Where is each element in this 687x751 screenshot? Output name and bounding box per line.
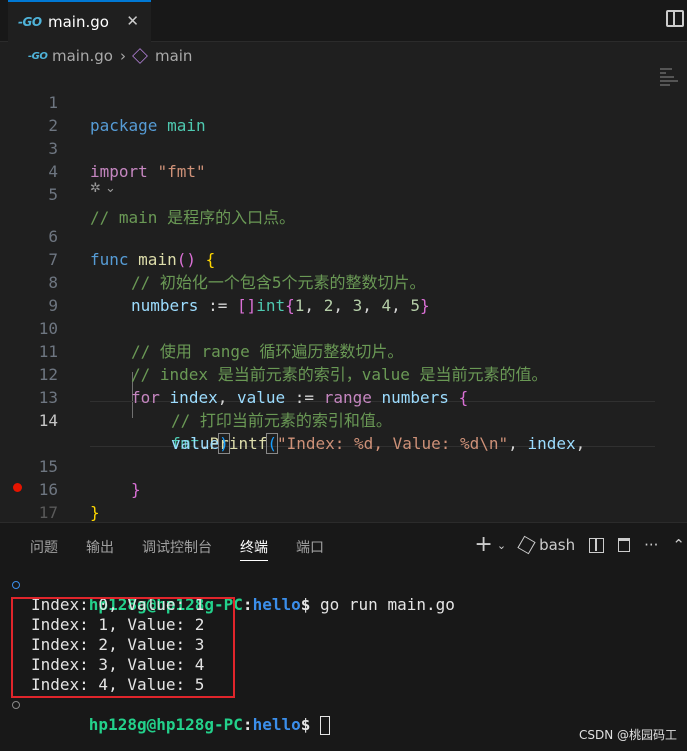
chevron-right-icon: › xyxy=(119,47,126,65)
code-line: 6 func main() { xyxy=(0,202,687,269)
panel-actions: + ⌄ bash ··· ⌃ xyxy=(474,533,687,557)
symbol-method-icon xyxy=(132,48,148,64)
copilot-codelens[interactable]: ✲ ⌄ xyxy=(90,181,116,196)
breakpoint-icon[interactable] xyxy=(13,483,22,492)
collapse-panel-icon[interactable]: ⌃ xyxy=(672,536,685,554)
tab-terminal[interactable]: 终端 xyxy=(240,537,268,561)
command-decoration-icon[interactable] xyxy=(12,581,20,589)
command-decoration-icon[interactable] xyxy=(12,701,20,709)
chevron-down-icon[interactable]: ⌄ xyxy=(497,539,506,552)
code-line: 7 // 初始化一个包含5个元素的整数切片。 xyxy=(0,225,687,292)
output-highlight-box xyxy=(11,597,235,698)
code-line: 10 // 使用 range 循环遍历整数切片。 xyxy=(0,294,687,361)
code-line: 12 for index, value := range numbers { xyxy=(0,340,687,407)
tab-debug-console[interactable]: 调试控制台 xyxy=(142,537,212,561)
terminal-prompt-line: hp128g@hp128g-PC:hello$ go run main.go xyxy=(0,575,687,614)
tab-main-go[interactable]: -GO main.go ✕ xyxy=(8,0,151,42)
code-line: 3 import "fmt" xyxy=(0,114,687,181)
code-line: 2 xyxy=(0,91,687,135)
code-line: 17 xyxy=(0,478,687,522)
terminal-output[interactable]: hp128g@hp128g-PC:hello$ go run main.go I… xyxy=(0,575,687,735)
trash-icon[interactable] xyxy=(618,538,631,552)
tab-title: main.go xyxy=(48,13,109,31)
code-line-wrapped: value) xyxy=(0,409,687,454)
tab-output[interactable]: 输出 xyxy=(86,537,114,561)
bottom-panel: 问题 输出 调试控制台 终端 端口 + ⌄ bash ··· ⌃ hp128g@… xyxy=(0,522,687,751)
terminal-icon xyxy=(517,535,536,555)
go-file-icon: -GO xyxy=(18,15,42,29)
chevron-down-icon[interactable]: ⌄ xyxy=(105,181,116,196)
new-terminal-button[interactable]: + xyxy=(474,534,492,556)
code-line: 9 xyxy=(0,271,687,315)
prompt-dir: hello xyxy=(252,715,301,734)
code-line: 11 // index 是当前元素的索引，value 是当前元素的值。 xyxy=(0,317,687,384)
code-line: 8 numbers := []int{1, 2, 3, 4, 5} xyxy=(0,248,687,315)
split-terminal-icon[interactable] xyxy=(589,537,605,553)
code-line: 5 // main 是程序的入口点。 xyxy=(0,160,687,227)
terminal-prompt-line: hp128g@hp128g-PC:hello$ xyxy=(0,695,687,735)
code-line: 1 package main xyxy=(0,68,687,135)
panel-tabs: 问题 输出 调试控制台 终端 端口 xyxy=(30,537,352,561)
copilot-icon[interactable]: ✲ xyxy=(90,181,101,196)
prompt-colon: : xyxy=(242,715,253,734)
terminal-cursor xyxy=(320,716,331,735)
tab-problems[interactable]: 问题 xyxy=(30,537,58,561)
code-line: 15 } xyxy=(0,432,687,499)
brace: } xyxy=(90,503,100,522)
go-file-icon: -GO xyxy=(28,50,48,62)
shell-label: bash xyxy=(539,536,576,554)
more-actions-icon[interactable]: ··· xyxy=(644,536,658,554)
line-number: 17 xyxy=(38,503,58,522)
prompt-dollar: $ xyxy=(300,715,311,734)
prompt-user: hp128g@hp128g-PC xyxy=(88,715,243,734)
editor-tab-bar: -GO main.go ✕ xyxy=(0,0,687,42)
close-icon[interactable]: ✕ xyxy=(126,12,139,30)
breadcrumb-file[interactable]: main.go xyxy=(52,47,113,65)
terminal-shell-selector[interactable]: bash xyxy=(517,535,576,555)
tab-ports[interactable]: 端口 xyxy=(296,537,324,561)
code-line: 4 xyxy=(0,137,687,181)
code-editor[interactable]: 1 package main 2 3 import "fmt" 4 5 // m… xyxy=(0,68,687,522)
watermark: CSDN @桃园码工 xyxy=(578,728,677,742)
breadcrumb: -GO main.go › main xyxy=(28,46,192,66)
code-line: 16 } xyxy=(0,455,687,522)
code-line: 14 fmt.Printf("Index: %d, Value: %d\n", … xyxy=(0,386,687,454)
breadcrumb-symbol[interactable]: main xyxy=(155,47,192,65)
split-editor-icon[interactable] xyxy=(666,10,684,27)
code-line: 13 // 打印当前元素的索引和值。 xyxy=(0,363,687,430)
